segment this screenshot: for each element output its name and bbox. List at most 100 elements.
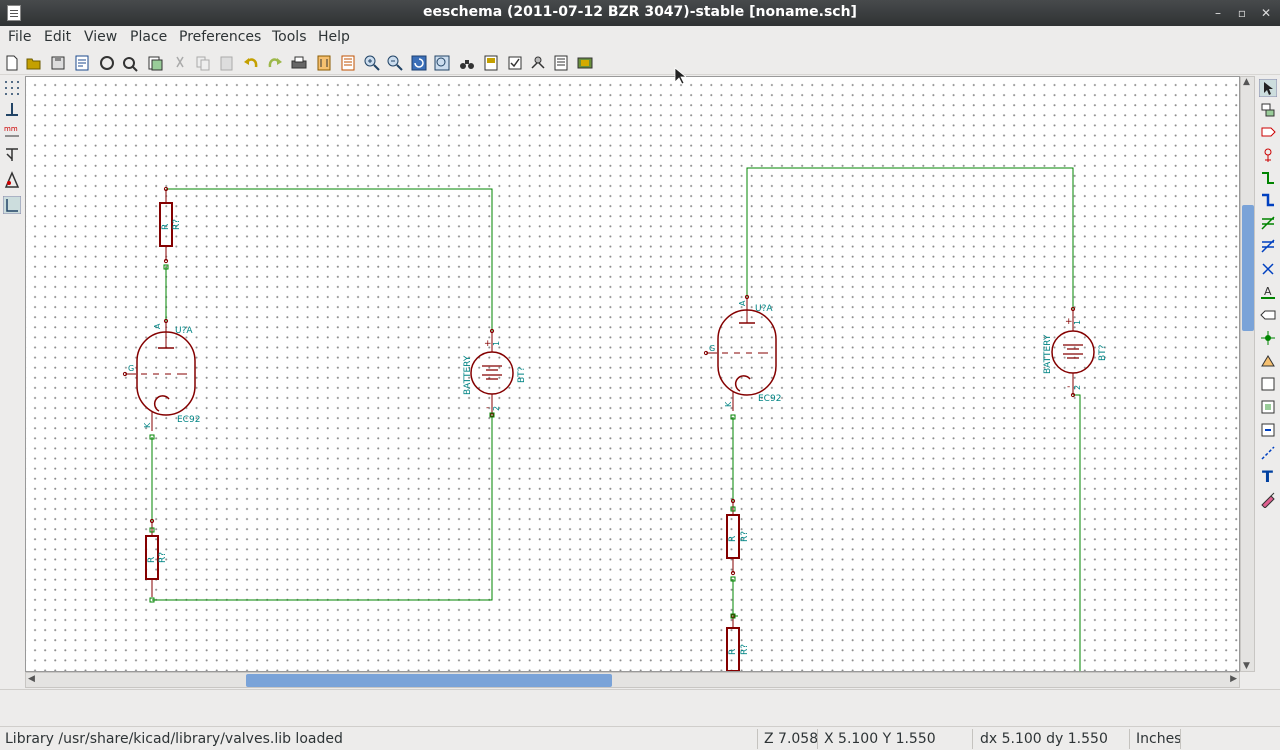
place-sheet-icon[interactable] bbox=[1259, 375, 1277, 393]
left-toolbar: mm bbox=[0, 76, 24, 688]
horizontal-scrollbar[interactable]: ◀ ▶ bbox=[25, 672, 1240, 688]
wire-angle-icon[interactable] bbox=[3, 196, 21, 214]
zoom-in-icon[interactable] bbox=[363, 54, 381, 72]
no-connect-icon[interactable] bbox=[1259, 260, 1277, 278]
resistor-r2[interactable]: R R? bbox=[145, 518, 168, 597]
maximize-icon[interactable]: ▫ bbox=[1232, 3, 1252, 23]
place-image-icon[interactable] bbox=[1259, 490, 1277, 508]
grid-toggle-icon[interactable] bbox=[3, 79, 21, 97]
scroll-left-icon[interactable]: ◀ bbox=[28, 674, 35, 684]
undo-icon[interactable] bbox=[242, 54, 260, 72]
paste-icon[interactable] bbox=[218, 54, 236, 72]
r4-value: R bbox=[728, 649, 738, 655]
bt2-minus: - bbox=[1067, 382, 1070, 392]
u2-pin-g: G bbox=[709, 344, 715, 353]
generate-netlist-icon[interactable] bbox=[529, 54, 547, 72]
menu-file[interactable]: File bbox=[8, 29, 31, 45]
status-divider bbox=[1180, 729, 1181, 749]
menu-place[interactable]: Place bbox=[130, 29, 167, 45]
cut-icon[interactable] bbox=[171, 54, 189, 72]
place-component-icon[interactable] bbox=[1259, 123, 1277, 141]
u2-pin-k: K bbox=[724, 401, 733, 407]
hierarchy-up-icon[interactable] bbox=[121, 54, 139, 72]
bom-icon[interactable] bbox=[552, 54, 570, 72]
resistor-r1[interactable]: R R? bbox=[159, 186, 182, 264]
scroll-right-icon[interactable]: ▶ bbox=[1230, 674, 1237, 684]
scroll-up-icon[interactable]: ▲ bbox=[1243, 77, 1250, 87]
hidden-pins-icon[interactable] bbox=[3, 171, 21, 189]
find-icon[interactable] bbox=[458, 54, 476, 72]
cursor-shape-icon[interactable] bbox=[3, 146, 21, 164]
bus-bus-entry-icon[interactable] bbox=[1259, 237, 1277, 255]
horizontal-scroll-thumb[interactable] bbox=[246, 674, 612, 687]
bt1-plus: + bbox=[484, 339, 492, 349]
place-junction-icon[interactable] bbox=[1259, 329, 1277, 347]
new-schematic-icon[interactable] bbox=[3, 54, 21, 72]
r4-ref: R? bbox=[740, 644, 750, 655]
place-text-icon[interactable]: T bbox=[1259, 467, 1277, 485]
r3-value: R bbox=[728, 536, 738, 542]
u2-pin-a: A bbox=[738, 300, 747, 306]
plot-icon[interactable] bbox=[315, 54, 333, 72]
tube-u1[interactable]: A G K U?A EC92 bbox=[122, 318, 200, 431]
u2-value: EC92 bbox=[758, 394, 781, 404]
menu-help[interactable]: Help bbox=[318, 29, 350, 45]
wire-group[interactable] bbox=[151, 167, 1081, 672]
wire-bus-entry-icon[interactable] bbox=[1259, 214, 1277, 232]
status-dxdy: dx 5.100 dy 1.550 bbox=[980, 731, 1108, 747]
place-power-icon[interactable] bbox=[1259, 146, 1277, 164]
place-net-name-icon[interactable]: A bbox=[1259, 283, 1277, 301]
r2-value: R bbox=[147, 557, 157, 563]
close-icon[interactable]: ✕ bbox=[1256, 3, 1276, 23]
menu-view[interactable]: View bbox=[84, 29, 117, 45]
right-toolbar: A T bbox=[1256, 76, 1280, 688]
units-inches-icon[interactable] bbox=[3, 101, 21, 119]
u1-value: EC92 bbox=[177, 415, 200, 425]
r2-ref: R? bbox=[158, 552, 168, 563]
resistor-r3[interactable]: R R? bbox=[726, 498, 750, 576]
annotate-icon[interactable] bbox=[482, 54, 500, 72]
battery-bt1[interactable]: BATTERY BT? + 1 - 2 bbox=[463, 328, 527, 418]
library-editor-icon[interactable] bbox=[146, 54, 164, 72]
vertical-scroll-thumb[interactable] bbox=[1242, 205, 1254, 331]
place-graphic-line-icon[interactable] bbox=[1259, 444, 1277, 462]
open-schematic-icon[interactable] bbox=[25, 54, 43, 72]
place-sheet-pin-icon[interactable] bbox=[1259, 421, 1277, 439]
bt2-plus: + bbox=[1065, 317, 1073, 327]
bt1-ref: BT? bbox=[517, 366, 527, 383]
units-mm-icon[interactable]: mm bbox=[3, 123, 21, 141]
hierarchy-navigator-icon[interactable] bbox=[98, 54, 116, 72]
tube-u2[interactable]: A G K U?A EC92 bbox=[703, 294, 781, 411]
redraw-icon[interactable] bbox=[410, 54, 428, 72]
u1-pin-k: K bbox=[143, 422, 152, 428]
minimize-icon[interactable]: – bbox=[1208, 3, 1228, 23]
copy-icon[interactable] bbox=[194, 54, 212, 72]
cvpcb-icon[interactable] bbox=[576, 54, 594, 72]
hierarchy-navigate-icon[interactable] bbox=[1259, 101, 1277, 119]
menu-edit[interactable]: Edit bbox=[44, 29, 71, 45]
place-wire-icon[interactable] bbox=[1259, 169, 1277, 187]
zoom-fit-icon[interactable] bbox=[433, 54, 451, 72]
save-project-icon[interactable] bbox=[49, 54, 67, 72]
select-arrow-icon[interactable] bbox=[1259, 79, 1277, 97]
vertical-scrollbar[interactable]: ▲ ▼ bbox=[1240, 76, 1255, 672]
bt1-pin2: 2 bbox=[492, 406, 501, 411]
resistor-r4[interactable]: R R? bbox=[726, 613, 750, 672]
netlist-icon[interactable] bbox=[339, 54, 357, 72]
menu-tools[interactable]: Tools bbox=[272, 29, 307, 45]
print-icon[interactable] bbox=[290, 54, 308, 72]
menu-preferences[interactable]: Preferences bbox=[179, 29, 261, 45]
zoom-out-icon[interactable] bbox=[386, 54, 404, 72]
import-sheet-pin-icon[interactable] bbox=[1259, 398, 1277, 416]
scroll-down-icon[interactable]: ▼ bbox=[1243, 661, 1250, 671]
schematic-canvas[interactable]: R R? R R? A G K U?A EC92 BATTERY BT? + 1… bbox=[25, 76, 1240, 672]
erc-icon[interactable] bbox=[506, 54, 524, 72]
redo-icon[interactable] bbox=[266, 54, 284, 72]
place-hier-label-icon[interactable] bbox=[1259, 352, 1277, 370]
sheet-setup-icon[interactable] bbox=[73, 54, 91, 72]
place-bus-icon[interactable] bbox=[1259, 191, 1277, 209]
status-zoom: Z 7.058 bbox=[764, 731, 819, 747]
place-global-label-icon[interactable] bbox=[1259, 306, 1277, 324]
battery-bt2[interactable]: BATTERY BT? + 1 - 2 bbox=[1043, 306, 1108, 398]
u1-ref: U?A bbox=[175, 326, 193, 336]
